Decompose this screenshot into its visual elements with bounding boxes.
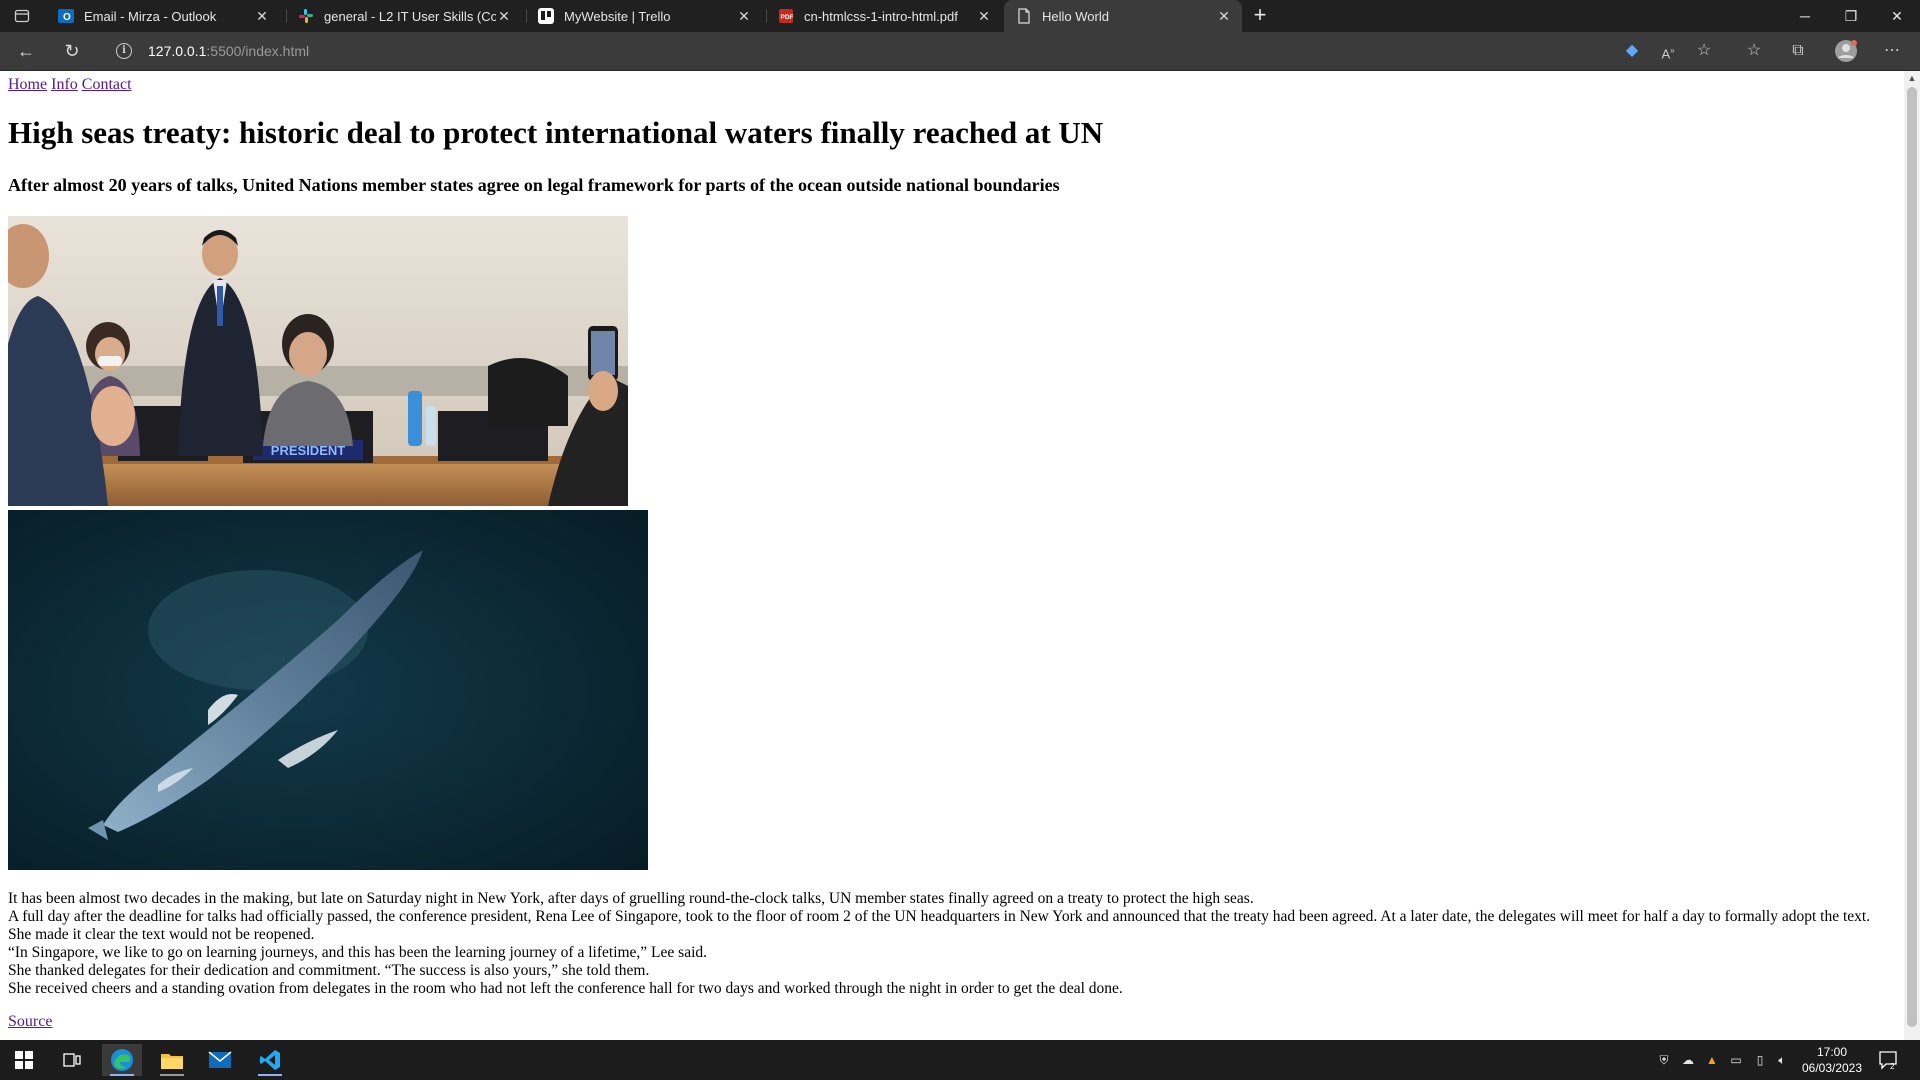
onedrive-icon[interactable]: ☁ [1680,1052,1696,1068]
web-page: Home Info Contact High seas treaty: histor… [0,71,1904,1040]
running-app-indicator [160,1074,184,1076]
article-subtitle: After almost 20 years of talks, United N… [8,175,1060,195]
url-path: :5500/index.html [206,43,310,59]
browser-toolbar: ← ↻ i 127.0.0.1:5500/index.html ◆ A» ☆ ☆… [0,32,1920,71]
new-tab-icon[interactable]: + [1248,4,1272,28]
scroll-up-arrow-icon[interactable]: ▲ [1904,73,1920,85]
tab-title: Hello World [1042,8,1109,24]
collections-icon[interactable]: ⧉ [1784,37,1812,65]
active-app-indicator [110,1074,134,1076]
tab-slack[interactable]: general - L2 IT User Skills (Coding ✕ [286,0,522,32]
tab-title: MyWebsite | Trello [564,8,671,24]
windows-start-icon[interactable] [4,1044,44,1076]
article-paragraph: She thanked delegates for their dedicati… [8,962,650,979]
windows-taskbar: ⛨ ☁ ▲ ▭ ▯ 🔈︎ 17:00 06/03/2023 2 [0,1040,1920,1080]
tab-title: general - L2 IT User Skills (Coding [324,8,496,24]
tab-actions-icon[interactable] [14,8,30,24]
conference-photo: PRESIDENT [8,216,628,506]
window-close-icon[interactable]: ✕ [1874,0,1920,32]
page-icon [1016,8,1032,24]
close-icon[interactable]: ✕ [496,8,512,25]
refresh-icon[interactable]: ↻ [58,37,86,65]
close-icon[interactable]: ✕ [736,8,752,25]
page-nav: Home Info Contact [8,76,136,94]
site-info-icon[interactable]: i [116,43,132,59]
browser-tab-bar: O Email - Mirza - Outlook ✕ general - L2… [0,0,1920,32]
vscode-icon[interactable] [250,1044,290,1076]
network-icon[interactable]: ▯ [1752,1052,1768,1068]
file-explorer-icon[interactable] [152,1044,192,1076]
notification-center-icon[interactable]: 2 [1878,1050,1898,1071]
volume-icon[interactable]: 🔈︎ [1774,1052,1790,1068]
close-icon[interactable]: ✕ [254,8,270,25]
favorites-icon[interactable]: ☆ [1740,37,1768,65]
slack-icon [298,8,314,24]
article-body: It has been almost two decades in the ma… [8,890,1888,998]
tab-title: cn-htmlcss-1-intro-html.pdf [804,8,958,24]
security-tray-icon[interactable]: ⛨ [1656,1052,1672,1068]
task-view-icon[interactable] [52,1044,92,1076]
address-bar[interactable]: i 127.0.0.1:5500/index.html [104,36,1604,66]
clock-date: 06/03/2023 [1801,1061,1863,1075]
article-paragraph: A full day after the deadline for talks … [8,908,1871,943]
url-text[interactable]: 127.0.0.1:5500/index.html [148,43,309,59]
source-link-container: Source [8,1013,52,1031]
article-paragraph: “In Singapore, we like to go on learning… [8,944,708,961]
tab-outlook[interactable]: O Email - Mirza - Outlook ✕ [46,0,280,32]
svg-text:PDF: PDF [781,14,794,21]
trello-icon [538,8,554,24]
tab-pdf[interactable]: PDF cn-htmlcss-1-intro-html.pdf ✕ [766,0,1002,32]
add-favorite-icon[interactable]: ☆ [1690,37,1718,65]
edge-taskbar-icon[interactable] [102,1044,142,1076]
meet-now-icon[interactable]: ▭ [1728,1052,1744,1068]
tab-trello[interactable]: MyWebsite | Trello ✕ [526,0,762,32]
nav-link-contact[interactable]: Contact [82,76,132,93]
settings-more-icon[interactable]: ⋯ [1878,37,1906,65]
tab-title: Email - Mirza - Outlook [84,8,217,24]
restore-icon[interactable]: ❐ [1828,0,1874,32]
article-paragraph: It has been almost two decades in the ma… [8,890,1254,907]
tab-hello-world[interactable]: Hello World ✕ [1004,0,1242,32]
svg-text:O: O [63,12,71,23]
taskbar-clock[interactable]: 17:00 06/03/2023 [1790,1044,1874,1076]
scrollbar-thumb[interactable] [1907,87,1917,1027]
clock-time: 17:00 [1816,1045,1848,1059]
article-title: High seas treaty: historic deal to prote… [8,115,1104,150]
notification-count: 2 [1890,1062,1895,1070]
mail-icon[interactable] [200,1044,240,1076]
pdf-icon: PDF [778,8,794,24]
profile-avatar[interactable] [1832,37,1860,65]
whale-photo [8,510,648,870]
source-link[interactable]: Source [8,1013,52,1030]
url-host: 127.0.0.1 [148,43,207,59]
running-app-indicator [258,1074,282,1076]
read-aloud-icon[interactable]: A» [1654,37,1682,65]
nav-link-home[interactable]: Home [8,76,47,93]
article-paragraph: She received cheers and a standing ovati… [8,980,1123,997]
back-icon[interactable]: ← [12,37,40,65]
outlook-icon: O [58,8,74,24]
coupon-tag-icon[interactable]: ◆ [1618,37,1646,65]
minimize-icon[interactable]: ─ [1782,0,1828,32]
page-scrollbar[interactable]: ▲ [1904,71,1920,1040]
warning-tray-icon[interactable]: ▲ [1704,1052,1720,1068]
close-icon[interactable]: ✕ [1216,8,1232,25]
nav-link-info[interactable]: Info [51,76,78,93]
close-icon[interactable]: ✕ [976,8,992,25]
